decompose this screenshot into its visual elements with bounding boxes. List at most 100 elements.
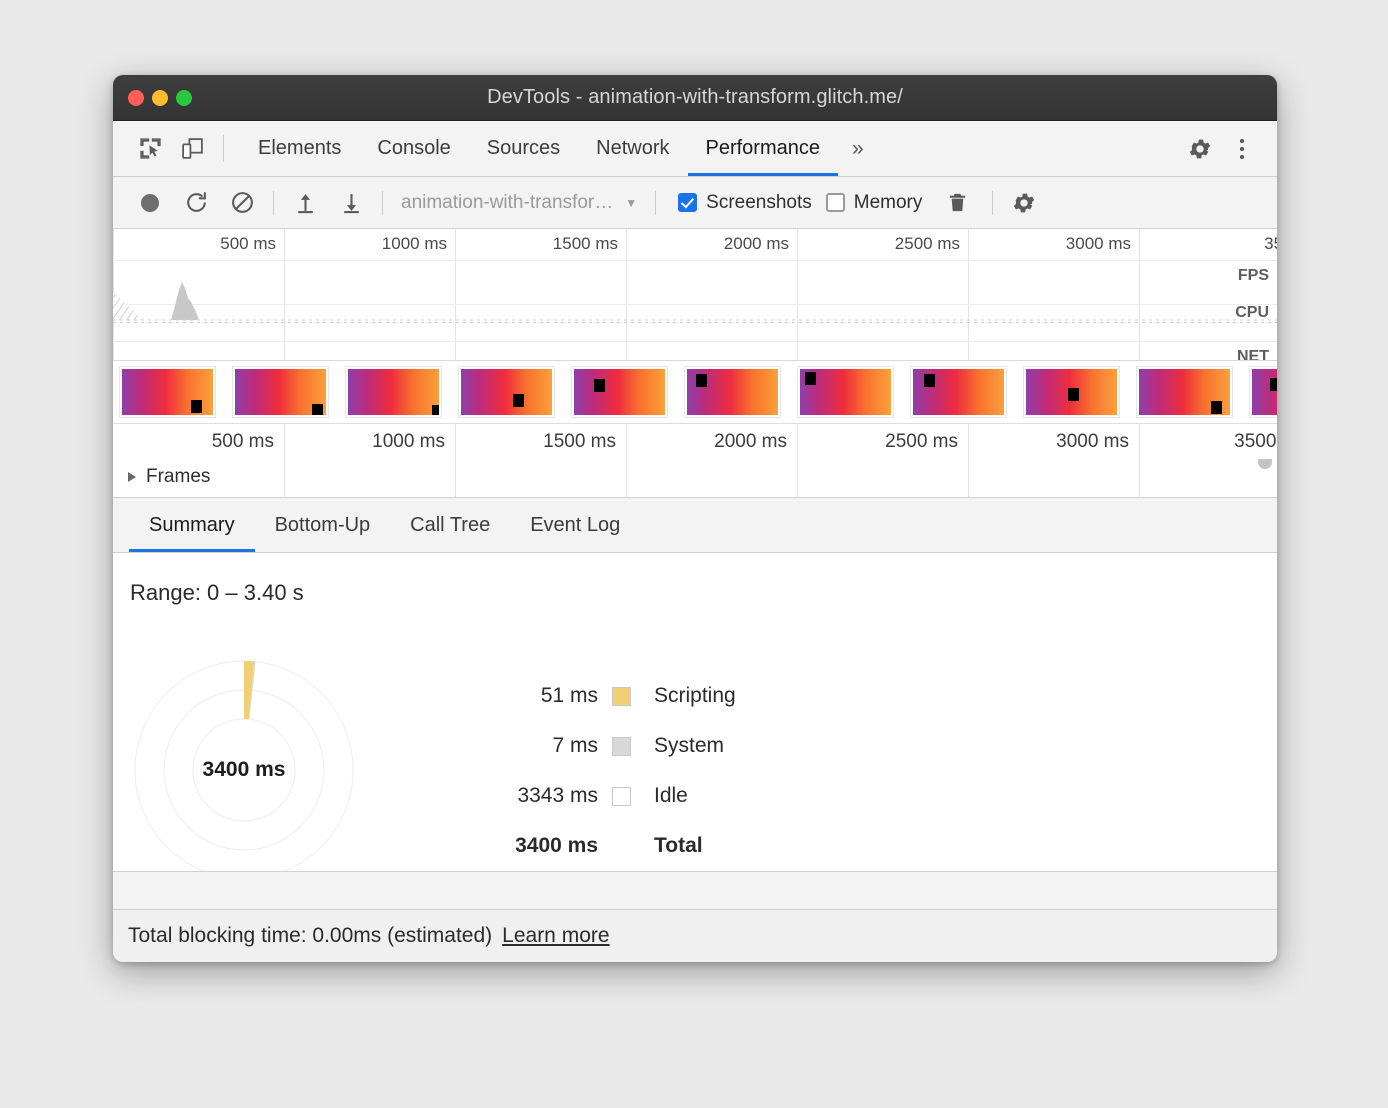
filmstrip-frame[interactable] <box>345 366 442 418</box>
legend-row-total: 3400 ms Total <box>458 821 736 871</box>
filmstrip-frame[interactable] <box>119 366 216 418</box>
memory-checkbox-box[interactable] <box>826 193 845 212</box>
tab-event-log-label: Event Log <box>530 514 620 537</box>
filmstrip-frame[interactable] <box>1136 366 1233 418</box>
detail-tick: 1500 ms <box>543 431 626 453</box>
status-bar: Total blocking time: 0.00ms (estimated) … <box>113 909 1277 962</box>
tab-bottom-up-label: Bottom-Up <box>275 514 371 537</box>
filmstrip-frame[interactable] <box>684 366 781 418</box>
detail-view-tabs: Summary Bottom-Up Call Tree Event Log <box>113 498 1277 553</box>
tab-console[interactable]: Console <box>359 121 468 176</box>
tab-call-tree-label: Call Tree <box>410 514 490 537</box>
gear-icon[interactable] <box>1179 136 1221 162</box>
range-label: Range: 0 – 3.40 s <box>130 580 304 606</box>
net-activity-line <box>113 322 1277 323</box>
lane-label-net: NET <box>1237 348 1269 361</box>
toolbar-divider <box>655 191 656 215</box>
inspect-cursor-icon[interactable] <box>129 121 171 176</box>
tab-console-label: Console <box>377 137 450 160</box>
three-dot-menu-icon[interactable] <box>1221 136 1263 162</box>
device-toggle-icon[interactable] <box>171 121 213 176</box>
reload-record-icon[interactable] <box>173 190 219 215</box>
toolbar-divider <box>992 191 993 215</box>
screenshots-checkbox[interactable]: Screenshots <box>678 192 812 214</box>
legend-row-system[interactable]: 7 ms System <box>458 721 736 771</box>
tab-sources[interactable]: Sources <box>469 121 578 176</box>
overview-tick: 2500 ms <box>895 234 968 254</box>
screenshot-filmstrip[interactable] <box>113 361 1277 424</box>
triangle-right-icon[interactable] <box>128 472 136 482</box>
filmstrip-frame[interactable] <box>458 366 555 418</box>
tabstrip-right-actions <box>1158 121 1277 176</box>
chevron-down-icon: ▼ <box>625 196 637 210</box>
legend-value-scripting: 51 ms <box>458 684 612 708</box>
overview-tick: 1500 ms <box>553 234 626 254</box>
upload-arrow-icon[interactable] <box>282 190 328 215</box>
devtools-window: DevTools - animation-with-transform.glit… <box>113 75 1277 962</box>
detail-tick: 2500 ms <box>885 431 968 453</box>
overview-tick: 1000 ms <box>382 234 455 254</box>
donut-center-label: 3400 ms <box>134 660 354 880</box>
clear-no-entry-icon[interactable] <box>219 190 265 215</box>
filmstrip-frame[interactable] <box>571 366 668 418</box>
toolbar-divider <box>382 191 383 215</box>
traffic-lights <box>128 90 192 106</box>
timeline-scrollbar-thumb[interactable] <box>1258 459 1272 469</box>
filmstrip-frame[interactable] <box>1249 366 1277 418</box>
memory-label: Memory <box>854 192 923 214</box>
timeline-detail-ruler[interactable]: 500 ms 1000 ms 1500 ms 2000 ms 2500 ms 3… <box>113 424 1277 459</box>
overview-tick: 3000 ms <box>1066 234 1139 254</box>
capture-settings-gear-icon[interactable] <box>1001 190 1047 216</box>
trash-icon[interactable] <box>934 191 980 214</box>
legend-label-system: System <box>631 734 724 758</box>
record-circle-icon[interactable] <box>127 191 173 215</box>
summary-donut-chart: 3400 ms <box>134 660 354 880</box>
more-tabs-label: » <box>852 137 864 161</box>
detail-tick: 3500 r <box>1234 431 1277 453</box>
close-window-button[interactable] <box>128 90 144 106</box>
tab-elements[interactable]: Elements <box>240 121 359 176</box>
screenshots-label: Screenshots <box>706 192 812 214</box>
filmstrip-frame[interactable] <box>910 366 1007 418</box>
filmstrip-frame[interactable] <box>797 366 894 418</box>
maximize-window-button[interactable] <box>176 90 192 106</box>
legend-label-scripting: Scripting <box>631 684 736 708</box>
frames-track-header[interactable]: Frames <box>128 466 210 488</box>
legend-swatch-system <box>612 737 631 756</box>
toolbar-divider <box>223 135 224 162</box>
legend-value-idle: 3343 ms <box>458 784 612 808</box>
tab-performance-label: Performance <box>706 137 821 160</box>
tab-sources-label: Sources <box>487 137 560 160</box>
minimize-window-button[interactable] <box>152 90 168 106</box>
tab-call-tree[interactable]: Call Tree <box>390 498 510 552</box>
toolbar-divider <box>273 191 274 215</box>
detail-tick: 3000 ms <box>1056 431 1139 453</box>
tab-bottom-up[interactable]: Bottom-Up <box>255 498 391 552</box>
tab-network[interactable]: Network <box>578 121 687 176</box>
legend-row-scripting[interactable]: 51 ms Scripting <box>458 671 736 721</box>
tab-event-log[interactable]: Event Log <box>510 498 640 552</box>
recording-target-dropdown[interactable]: animation-with-transfor… ▼ <box>391 192 647 214</box>
tab-performance[interactable]: Performance <box>688 121 839 176</box>
filmstrip-frame[interactable] <box>232 366 329 418</box>
legend-label-idle: Idle <box>631 784 688 808</box>
screenshots-checkbox-box[interactable] <box>678 193 697 212</box>
tab-summary[interactable]: Summary <box>129 498 255 552</box>
overview-tick: 3500 <box>1264 234 1277 254</box>
legend-row-idle[interactable]: 3343 ms Idle <box>458 771 736 821</box>
overview-tick: 500 ms <box>220 234 284 254</box>
more-tabs-chevron-icon[interactable]: » <box>838 121 878 176</box>
performance-record-toolbar: animation-with-transfor… ▼ Screenshots M… <box>113 177 1277 229</box>
download-arrow-icon[interactable] <box>328 190 374 215</box>
tab-summary-label: Summary <box>149 514 235 537</box>
frames-track[interactable]: Frames <box>113 459 1277 498</box>
memory-checkbox[interactable]: Memory <box>826 192 923 214</box>
learn-more-link[interactable]: Learn more <box>502 924 609 948</box>
summary-footer-bar <box>113 871 1277 909</box>
legend-swatch-idle <box>612 787 631 806</box>
detail-tick: 500 ms <box>212 431 284 453</box>
timeline-overview[interactable]: 500 ms 1000 ms 1500 ms 2000 ms 2500 ms 3… <box>113 229 1277 361</box>
window-title: DevTools - animation-with-transform.glit… <box>113 86 1277 109</box>
legend-label-total: Total <box>631 834 703 858</box>
filmstrip-frame[interactable] <box>1023 366 1120 418</box>
